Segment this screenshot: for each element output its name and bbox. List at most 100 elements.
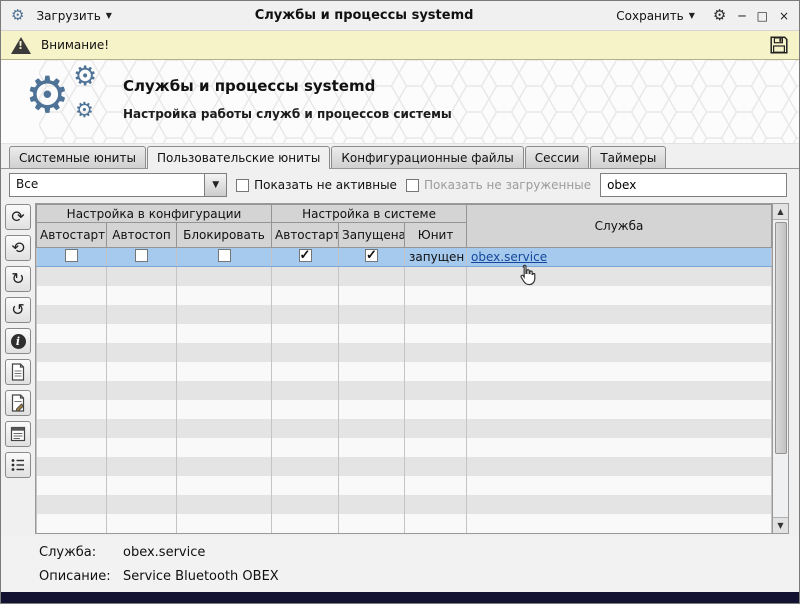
show-unloaded-checkbox[interactable] [406, 179, 419, 192]
tab-sessions[interactable]: Сессии [525, 146, 590, 168]
load-menu-button[interactable]: Загрузить ▼ [30, 6, 117, 26]
row-checkbox[interactable] [365, 249, 378, 262]
row-checkbox-cell [107, 248, 177, 267]
service-cell: obex.service [467, 248, 772, 267]
warning-icon: ! [11, 37, 31, 54]
description-label: Описание: [39, 569, 123, 584]
column-header-autostart-system[interactable]: Автостарт [272, 223, 339, 248]
scope-dropdown[interactable]: Все ▼ [9, 173, 227, 197]
empty-row [37, 324, 772, 343]
details-panel: Служба: obex.service Описание: Service B… [1, 536, 799, 592]
edit-unit-file-button[interactable] [5, 390, 31, 416]
empty-row [37, 438, 772, 457]
column-group-system: Настройка в системе [272, 205, 467, 223]
column-header-running[interactable]: Запущена [339, 223, 405, 248]
maximize-button[interactable]: □ [757, 10, 768, 22]
column-header-unit[interactable]: Юнит [405, 223, 467, 248]
window-title: Службы и процессы systemd [124, 8, 604, 23]
info-icon: i [11, 334, 26, 349]
empty-row [37, 419, 772, 438]
unit-info-button[interactable]: i [5, 328, 31, 354]
tab-config-files[interactable]: Конфигурационные файлы [331, 146, 523, 168]
daemon-reload-button[interactable]: ⟲ [5, 235, 31, 261]
row-checkbox[interactable] [65, 249, 78, 262]
tab-user-units[interactable]: Пользовательские юниты [147, 146, 330, 169]
row-checkbox-cell [37, 248, 107, 267]
titlebar: ⚙ Загрузить ▼ Службы и процессы systemd … [1, 1, 799, 31]
show-unloaded-checkbox-label[interactable]: Показать не загруженные [406, 178, 591, 192]
warning-banner: ! Внимание! [1, 31, 799, 60]
vertical-scrollbar[interactable]: ▲ ▼ [773, 203, 789, 534]
service-label: Служба: [39, 545, 123, 560]
window-controls: ─ □ × [738, 10, 789, 22]
column-header-autostart-config[interactable]: Автостарт [37, 223, 107, 248]
description-value: Service Bluetooth OBEX [123, 569, 279, 584]
row-checkbox[interactable] [135, 249, 148, 262]
app-logo-gears-icon: ⚙ ⚙ ⚙ [25, 66, 117, 138]
filter-bar: Все ▼ Показать не активные Показать не з… [1, 169, 799, 201]
units-table: Настройка в конфигурации Настройка в сис… [35, 203, 773, 534]
save-disk-icon[interactable] [769, 35, 789, 55]
chevron-down-icon: ▼ [106, 11, 112, 20]
empty-row [37, 457, 772, 476]
empty-row [37, 495, 772, 514]
warning-text: Внимание! [41, 38, 109, 52]
chevron-down-icon: ▼ [689, 11, 695, 20]
empty-row [37, 514, 772, 533]
daemon-reload-icon: ⟲ [11, 240, 24, 256]
window-bottom-edge [1, 592, 799, 604]
journal-button[interactable] [5, 421, 31, 447]
empty-row [37, 400, 772, 419]
search-input[interactable] [600, 173, 787, 197]
tab-system-units[interactable]: Системные юниты [9, 146, 146, 168]
column-header-service[interactable]: Служба [467, 205, 772, 248]
show-inactive-checkbox[interactable] [236, 179, 249, 192]
row-checkbox-cell [272, 248, 339, 267]
page-title: Службы и процессы systemd [123, 77, 452, 95]
load-menu-label: Загрузить [36, 9, 100, 23]
main-area: ⟳ ⟲ ↻ ↺ i [1, 201, 799, 536]
scroll-up-icon[interactable]: ▲ [773, 204, 788, 220]
empty-row [37, 343, 772, 362]
undo-button[interactable]: ↺ [5, 297, 31, 323]
restart-unit-button[interactable]: ↻ [5, 266, 31, 292]
page-subtitle: Настройка работы служб и процессов систе… [123, 107, 452, 121]
service-value: obex.service [123, 545, 205, 560]
close-button[interactable]: × [779, 10, 789, 22]
save-menu-label: Сохранить [616, 9, 684, 23]
app-header: ⚙ ⚙ ⚙ Службы и процессы systemd Настройк… [1, 60, 799, 144]
row-checkbox[interactable] [299, 249, 312, 262]
row-checkbox-cell [339, 248, 405, 267]
row-checkbox-cell [177, 248, 272, 267]
undo-icon: ↺ [11, 302, 24, 318]
column-group-config: Настройка в конфигурации [37, 205, 272, 223]
settings-gear-icon[interactable]: ⚙ [713, 8, 726, 23]
empty-row [37, 362, 772, 381]
tab-bar: Системные юниты Пользовательские юниты К… [1, 144, 799, 169]
header-text: Службы и процессы systemd Настройка рабо… [123, 77, 452, 121]
tab-timers[interactable]: Таймеры [590, 146, 666, 168]
dependencies-button[interactable] [5, 452, 31, 478]
empty-row [37, 267, 772, 286]
dependencies-list-icon [10, 457, 26, 473]
dropdown-arrow-icon[interactable]: ▼ [204, 174, 226, 196]
service-link[interactable]: obex.service [471, 250, 547, 264]
empty-row [37, 286, 772, 305]
table-row[interactable]: запущенobex.service [37, 248, 772, 267]
table-body: запущенobex.service [37, 248, 772, 533]
edit-unit-file-icon [10, 394, 26, 412]
refresh-button[interactable]: ⟳ [5, 204, 31, 230]
column-header-autostop[interactable]: Автостоп [107, 223, 177, 248]
minimize-button[interactable]: ─ [738, 10, 745, 22]
side-toolbar: ⟳ ⟲ ↻ ↺ i [5, 203, 35, 534]
refresh-icon: ⟳ [11, 209, 24, 225]
app-window: ⚙ Загрузить ▼ Службы и процессы systemd … [0, 0, 800, 604]
scrollbar-thumb[interactable] [775, 222, 787, 454]
column-header-block[interactable]: Блокировать [177, 223, 272, 248]
app-gear-icon: ⚙ [11, 8, 24, 23]
row-checkbox[interactable] [218, 249, 231, 262]
scroll-down-icon[interactable]: ▼ [773, 517, 788, 533]
unit-file-button[interactable] [5, 359, 31, 385]
show-inactive-checkbox-label[interactable]: Показать не активные [236, 178, 397, 192]
save-menu-button[interactable]: Сохранить ▼ [610, 6, 701, 26]
